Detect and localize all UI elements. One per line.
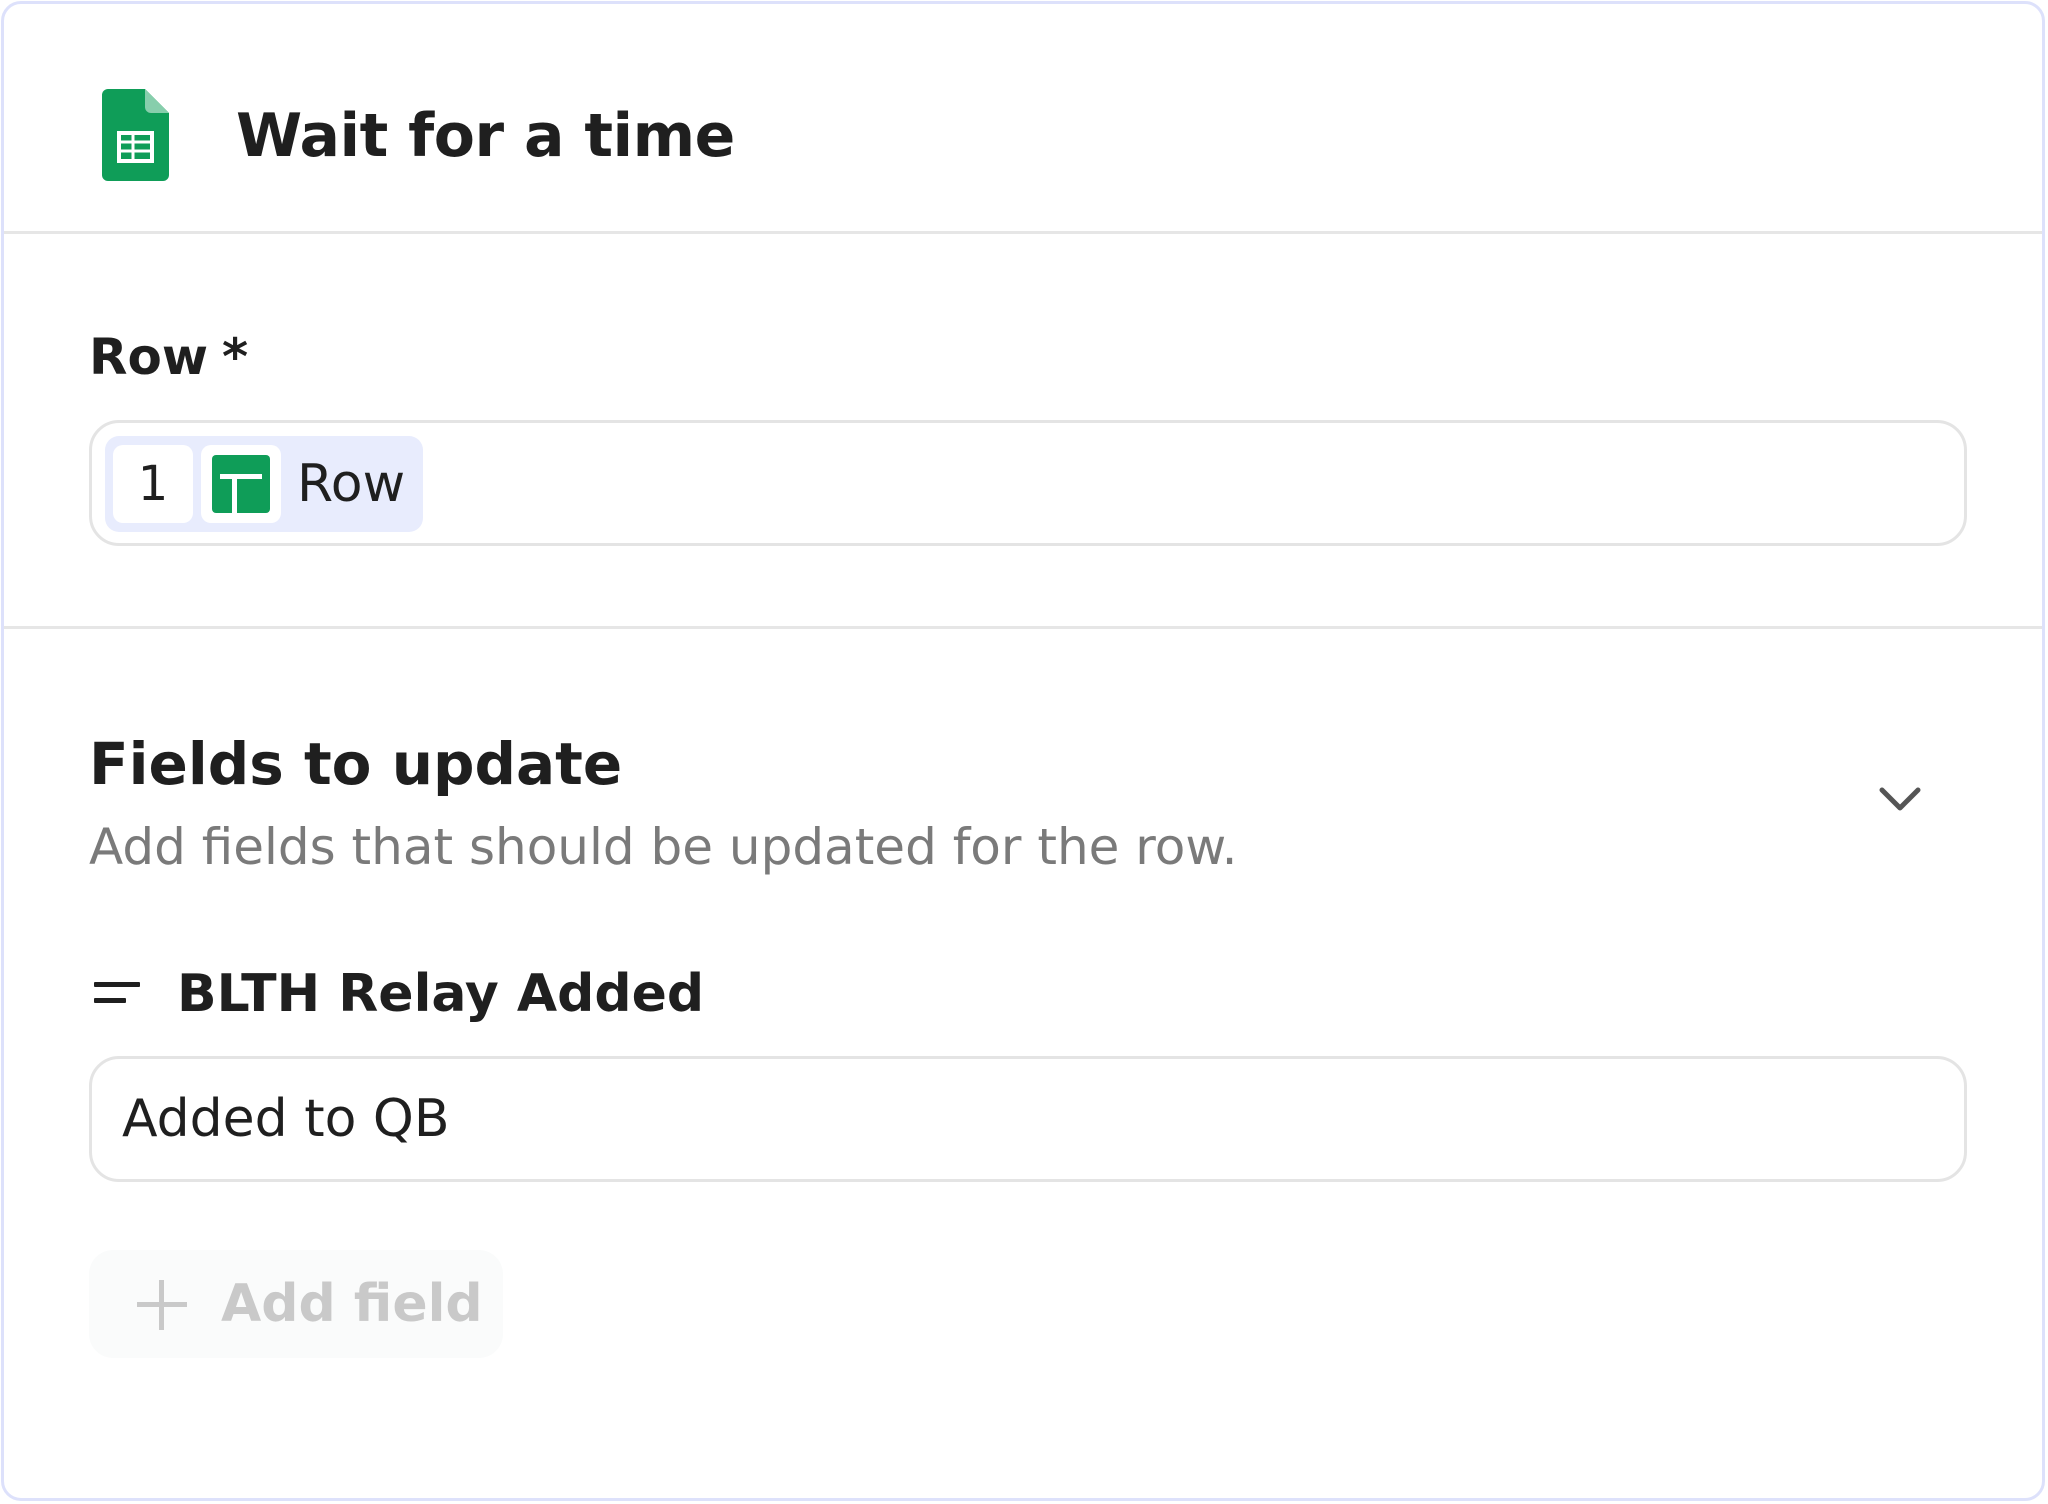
chevron-down-icon[interactable] (1876, 782, 1924, 814)
pill-label: Row (297, 454, 406, 514)
step-title: Wait for a time (236, 101, 735, 171)
add-field-button[interactable]: Add field (89, 1250, 503, 1358)
row-section: Row * 1 Row (4, 237, 2042, 629)
required-marker: * (222, 328, 249, 386)
field-label: BLTH Relay Added (89, 962, 989, 1026)
google-sheets-icon (212, 455, 270, 513)
step-config-panel: Wait for a time Row * 1 Row Fields to upd… (1, 1, 2045, 1501)
panel-header: Wait for a time (4, 4, 2042, 234)
row-label-text: Row (89, 328, 209, 386)
fields-section-description: Add fields that should be updated for th… (89, 818, 1238, 876)
step-number-badge: 1 (113, 445, 193, 523)
field-name: BLTH Relay Added (177, 964, 705, 1024)
google-sheets-icon (102, 89, 169, 181)
add-field-label: Add field (221, 1274, 483, 1334)
row-input[interactable]: 1 Row (89, 420, 1967, 546)
plus-icon (137, 1280, 187, 1330)
row-field-label: Row * (89, 327, 248, 387)
row-value-pill[interactable]: 1 Row (105, 436, 423, 532)
text-lines-icon (94, 982, 140, 1003)
pill-icon-box (201, 445, 281, 523)
fields-section-title: Fields to update (89, 730, 623, 798)
field-value-input[interactable] (89, 1056, 1967, 1182)
